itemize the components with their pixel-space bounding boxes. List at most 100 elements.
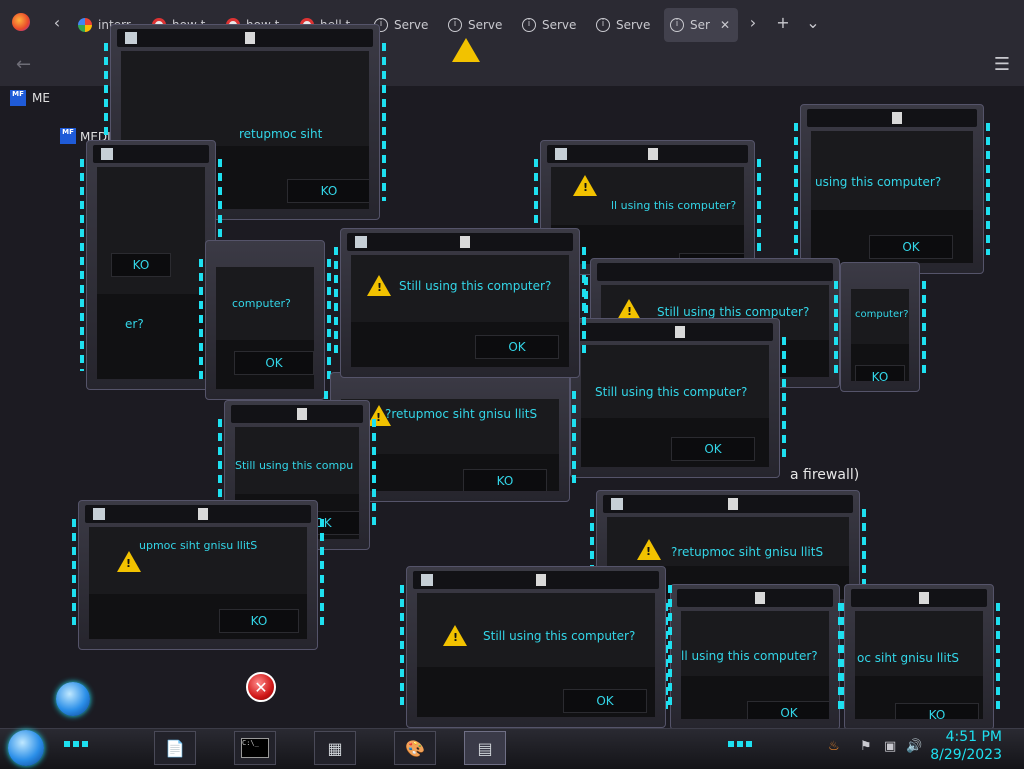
flag-tray-icon[interactable]: ⚑ — [860, 739, 872, 754]
volume-tray-icon[interactable]: 🔊 — [906, 739, 922, 754]
taskbar-app-calculator[interactable]: ▦ — [314, 731, 356, 765]
paint-icon: 🎨 — [405, 738, 425, 758]
taskbar-app-wordpad[interactable]: 📄 — [154, 731, 196, 765]
dialog-titlebar[interactable] — [677, 589, 833, 607]
mediafire-logo: MF — [60, 128, 76, 144]
clock-time: 4:51 PM — [945, 729, 1002, 745]
tab-7[interactable]: i Serve — [516, 8, 590, 42]
window-control[interactable] — [297, 408, 307, 420]
dialog-titlebar[interactable] — [93, 145, 209, 163]
tab-6[interactable]: i Serve — [442, 8, 516, 42]
system-clock[interactable]: 4:51 PM 8/29/2023 — [930, 728, 1002, 764]
dialog-titlebar[interactable] — [603, 495, 853, 513]
dialog-message: Still using this computer? — [657, 305, 810, 319]
dialog-titlebar[interactable] — [85, 505, 311, 523]
dialog-titlebar[interactable] — [851, 589, 987, 607]
ok-button[interactable]: OK — [563, 689, 647, 713]
dialog-window[interactable]: er? KO — [80, 140, 222, 390]
tab-label: Serve — [616, 17, 651, 32]
dialog-window[interactable]: Still using this computer? OK — [564, 318, 786, 478]
warning-icon — [452, 38, 480, 62]
dialog-window-front[interactable]: ! Still using this computer? OK — [400, 566, 672, 728]
dialog-body: ! Still using this computer? OK — [351, 255, 569, 367]
tab-label: Serve — [542, 17, 577, 32]
page-header-text: ME — [32, 91, 50, 105]
taskbar-app-notepad[interactable]: ▤ — [464, 731, 506, 765]
dialog-titlebar[interactable] — [597, 263, 833, 281]
dialog-window[interactable]: ll using this computer? OK — [664, 584, 846, 730]
tab-scroll-left-button[interactable]: ‹ — [42, 7, 72, 37]
taskbar-app-paint[interactable]: 🎨 — [394, 731, 436, 765]
window-control[interactable] — [536, 574, 546, 586]
ok-button[interactable]: KO — [219, 609, 299, 633]
notepad-icon: ▤ — [477, 738, 493, 758]
taskbar-app-cmd[interactable]: C:\_ — [234, 731, 276, 765]
dialog-titlebar[interactable] — [547, 145, 748, 163]
window-icon — [421, 574, 433, 586]
page-text-fragment: a firewall) — [790, 467, 860, 483]
warning-icon-mirrored: ! — [117, 551, 141, 572]
dialog-message: retupmoc siht — [239, 127, 323, 141]
dialog-window[interactable]: using this computer? OK — [794, 104, 990, 274]
list-tabs-button[interactable]: ⌄ — [798, 7, 828, 37]
dialog-titlebar[interactable] — [347, 233, 573, 251]
dialog-window[interactable]: computer? KO — [834, 262, 926, 392]
wordpad-icon: 📄 — [165, 738, 185, 758]
ok-button[interactable]: KO — [895, 703, 979, 719]
ok-button[interactable]: OK — [869, 235, 953, 259]
info-icon: i — [522, 17, 536, 32]
dialog-titlebar[interactable] — [117, 29, 373, 47]
window-control[interactable] — [460, 236, 470, 248]
new-tab-button[interactable]: + — [768, 7, 798, 37]
warning-icon-mirrored: ! — [637, 539, 661, 560]
dialog-body: computer? KO — [851, 289, 909, 381]
start-button[interactable] — [8, 730, 44, 766]
dialog-titlebar[interactable] — [413, 571, 659, 589]
dialog-window[interactable]: computer? OK — [199, 240, 331, 400]
ok-button[interactable]: OK — [234, 351, 314, 375]
dialog-body: oc siht gnisu llitS KO — [855, 611, 983, 719]
dialog-titlebar[interactable] — [231, 405, 363, 423]
dialog-titlebar[interactable] — [807, 109, 977, 127]
window-control[interactable] — [755, 592, 765, 604]
firefox-icon[interactable] — [12, 13, 30, 31]
dialog-body: computer? OK — [216, 267, 314, 389]
ok-button[interactable]: OK — [475, 335, 559, 359]
dialog-message: ll using this computer? — [611, 199, 737, 212]
info-icon: i — [596, 17, 610, 32]
dialog-message: er? — [125, 317, 144, 331]
ok-button[interactable]: OK — [747, 701, 829, 719]
info-icon: i — [448, 17, 462, 32]
hamburger-menu-icon[interactable]: ☰ — [994, 54, 1010, 75]
dialog-body: using this computer? OK — [811, 131, 973, 263]
mediafire-logo: MF — [10, 90, 26, 106]
window-control[interactable] — [892, 112, 902, 124]
tab-9-active[interactable]: i Ser ✕ — [664, 7, 738, 42]
dialog-window[interactable]: oc siht gnisu llitS KO — [838, 584, 1000, 730]
window-control[interactable] — [919, 592, 929, 604]
window-control[interactable] — [728, 498, 738, 510]
window-control[interactable] — [647, 148, 658, 160]
tab-8[interactable]: i Serve — [590, 8, 664, 42]
ok-button[interactable]: KO — [111, 253, 171, 277]
dialog-message: Still using this computer? — [595, 385, 748, 399]
window-control[interactable] — [245, 32, 255, 44]
window-control[interactable] — [198, 508, 208, 520]
tab-scroll-right-button[interactable]: › — [738, 7, 768, 37]
ok-button[interactable]: OK — [671, 437, 755, 461]
dialog-window[interactable]: ! upmoc siht gnisu llitS KO — [72, 500, 324, 650]
warning-icon: ! — [573, 175, 597, 196]
ok-button[interactable]: KO — [463, 469, 547, 491]
dialog-titlebar[interactable] — [577, 323, 773, 341]
window-icon — [125, 32, 137, 44]
dialog-window[interactable]: ! Still using this computer? OK — [334, 228, 586, 378]
window-control[interactable] — [675, 326, 685, 338]
back-arrow-icon[interactable]: ← — [16, 54, 31, 75]
cmd-icon: C:\_ — [241, 738, 269, 758]
ok-button[interactable]: KO — [855, 365, 905, 381]
close-tab-icon[interactable]: ✕ — [720, 18, 730, 32]
java-tray-icon[interactable]: ♨ — [828, 739, 840, 754]
network-tray-icon[interactable]: ▣ — [884, 739, 896, 754]
ok-button[interactable]: KO — [287, 179, 369, 203]
window-icon — [355, 236, 367, 248]
